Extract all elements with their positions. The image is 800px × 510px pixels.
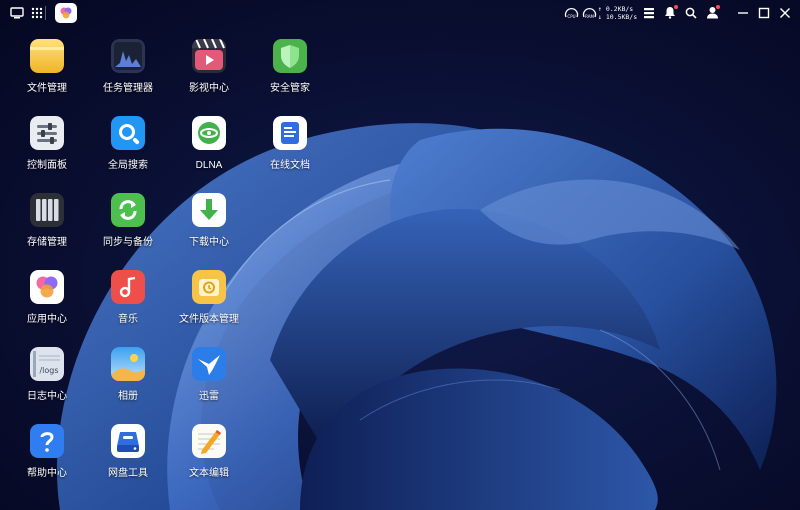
- desktop-app-label: DLNA: [195, 160, 223, 171]
- download-value: 10.5KB/s: [605, 13, 638, 21]
- desktop-app-label: 全局搜索: [108, 160, 148, 171]
- search-icon[interactable]: [684, 6, 698, 20]
- desktop-app-label: 文件管理: [27, 83, 67, 94]
- desktop-app-label: 控制面板: [27, 160, 67, 171]
- dlna-link-icon: [192, 116, 226, 150]
- desktop-app-label: 文件版本管理: [179, 314, 239, 325]
- memory-monitor-icon[interactable]: RAM: [581, 5, 597, 21]
- desktop-app-task-manager[interactable]: 任务管理器: [88, 26, 168, 98]
- sync-arrows-icon: [111, 193, 145, 227]
- desktop-app-label: 存储管理: [27, 237, 67, 248]
- desktop-app-file-manager[interactable]: 文件管理: [7, 26, 87, 98]
- show-desktop-icon[interactable]: [9, 6, 25, 20]
- network-upload-speed: ↑ 0.2KB/s: [598, 5, 634, 13]
- desktop-app-label: 应用中心: [27, 314, 67, 325]
- desktop-app-label: 音乐: [118, 314, 138, 325]
- desktop-app-label: 同步与备份: [103, 237, 153, 248]
- desktop-app-sync-backup[interactable]: 同步与备份: [88, 180, 168, 252]
- app-grid-icon[interactable]: [29, 6, 45, 20]
- clapperboard-icon: [192, 39, 226, 73]
- desktop-app-log-center[interactable]: /logs 日志中心: [7, 334, 87, 406]
- document-icon: [273, 116, 307, 150]
- log-icon-text: /logs: [39, 366, 58, 375]
- top-taskbar: CPU RAM ↑ 0.2KB/s ↓ 10.5KB/s: [0, 0, 800, 26]
- desktop-app-disk-tools[interactable]: 网盘工具: [88, 411, 168, 483]
- desktop-app-text-editor[interactable]: 文本编辑: [169, 411, 249, 483]
- desktop-app-online-docs[interactable]: 在线文档: [250, 103, 330, 175]
- desktop-app-storage-manager[interactable]: 存储管理: [7, 180, 87, 252]
- desktop-app-label: 任务管理器: [103, 83, 153, 94]
- drive-icon: [111, 424, 145, 458]
- notification-badge: [674, 5, 678, 9]
- download-arrow-icon: [192, 193, 226, 227]
- app-center-taskbar-icon[interactable]: [55, 3, 77, 23]
- desktop-app-label: 下载中心: [189, 237, 229, 248]
- landscape-photo-icon: [111, 347, 145, 381]
- desktop-app-label: 安全管家: [270, 83, 310, 94]
- svg-text:RAM: RAM: [585, 14, 594, 19]
- shield-icon: [273, 39, 307, 73]
- desktop-app-security-manager[interactable]: 安全管家: [250, 26, 330, 98]
- question-mark-icon: [30, 424, 64, 458]
- desktop-app-file-versions[interactable]: 文件版本管理: [169, 257, 249, 329]
- app-store-icon: [30, 270, 64, 304]
- desktop-app-label: 网盘工具: [108, 468, 148, 479]
- svg-text:CPU: CPU: [567, 14, 575, 19]
- desktop-app-label: 帮助中心: [27, 468, 67, 479]
- version-history-icon: [192, 270, 226, 304]
- taskbar-separator: [45, 6, 46, 20]
- upload-value: 0.2KB/s: [605, 5, 634, 13]
- sliders-icon: [30, 116, 64, 150]
- desktop-app-label: 在线文档: [270, 160, 310, 171]
- log-file-icon: /logs: [30, 347, 64, 381]
- desktop-app-label: 相册: [118, 391, 138, 402]
- desktop-icon-grid: 文件管理 任务管理器 影视中心 安全管家 控制面板 全局搜索 DLNA 在线文档…: [0, 26, 320, 510]
- folder-icon: [30, 39, 64, 73]
- desktop-app-label: 影视中心: [189, 83, 229, 94]
- network-monitor-icon[interactable]: CPU: [563, 5, 579, 21]
- desktop-app-thunder[interactable]: 迅雷: [169, 334, 249, 406]
- bird-logo-icon: [192, 347, 226, 381]
- task-list-icon[interactable]: [642, 6, 656, 20]
- desktop-app-help-center[interactable]: 帮助中心: [7, 411, 87, 483]
- desktop-app-music[interactable]: 音乐: [88, 257, 168, 329]
- desktop-app-label: 迅雷: [199, 391, 219, 402]
- desktop-app-download-center[interactable]: 下载中心: [169, 180, 249, 252]
- music-note-icon: [111, 270, 145, 304]
- desktop-app-video-center[interactable]: 影视中心: [169, 26, 249, 98]
- desktop-app-label: 日志中心: [27, 391, 67, 402]
- desktop-app-dlna[interactable]: DLNA: [169, 103, 249, 175]
- notepad-pencil-icon: [192, 424, 226, 458]
- close-icon[interactable]: [778, 6, 792, 20]
- magnifier-icon: [111, 116, 145, 150]
- network-download-speed: ↓ 10.5KB/s: [598, 13, 638, 21]
- desktop-app-label: 文本编辑: [189, 468, 229, 479]
- user-badge: [716, 5, 720, 9]
- activity-chart-icon: [111, 39, 145, 73]
- desktop-app-app-center[interactable]: 应用中心: [7, 257, 87, 329]
- minimize-icon[interactable]: [736, 6, 750, 20]
- maximize-icon[interactable]: [757, 6, 771, 20]
- desktop-app-global-search[interactable]: 全局搜索: [88, 103, 168, 175]
- desktop-app-photo-album[interactable]: 相册: [88, 334, 168, 406]
- disk-array-icon: [30, 193, 64, 227]
- desktop-app-control-panel[interactable]: 控制面板: [7, 103, 87, 175]
